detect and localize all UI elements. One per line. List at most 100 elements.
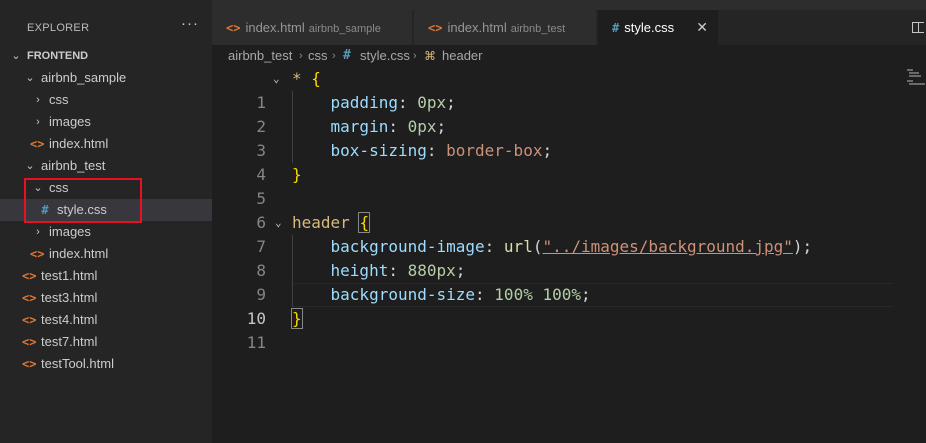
code-line-4: 4 box-sizing: border-box; (212, 139, 926, 184)
value: 100% 100% (494, 285, 581, 304)
value: 0px (417, 93, 447, 112)
property: height (330, 261, 389, 280)
explorer-title: EXPLORER (27, 22, 90, 34)
html-file-icon: <> (22, 269, 37, 283)
code-line-10: 10 background-size: 100% 100%; (212, 283, 926, 328)
property: background-size (330, 285, 476, 304)
code-line-5: 5 } (212, 163, 926, 208)
breadcrumb-subfolder[interactable]: css (308, 45, 328, 67)
tree-label: test1.html (41, 268, 98, 283)
code-line-7: 7 ⌄ header { (212, 211, 926, 256)
html-file-icon: <> (428, 21, 443, 35)
chevron-down-icon: ⌄ (11, 50, 21, 62)
tree-label: airbnb_test (41, 158, 106, 173)
tree-file-test7-html[interactable]: <> test7.html (0, 331, 212, 353)
tree-file-test1-html[interactable]: <> test1.html (0, 265, 212, 287)
fold-chevron-icon[interactable]: ⌄ (273, 67, 280, 91)
title-strip (212, 0, 926, 10)
string-link[interactable]: "../images/background.jpg" (542, 237, 792, 256)
tree-label: css (49, 92, 69, 107)
breadcrumb-symbol[interactable]: header (442, 45, 482, 67)
tree-label: test3.html (41, 290, 98, 305)
code-line-3: 3 margin: 0px; (212, 115, 926, 160)
chevron-right-icon: › (36, 226, 40, 238)
tree-file-index-html[interactable]: <> index.html (0, 133, 212, 155)
tree-root-frontend[interactable]: ⌄ FRONTEND (0, 45, 212, 67)
tab-bar: <> index.html airbnb_sample <> index.html ai… (212, 10, 926, 45)
tab-description: airbnb_sample (308, 23, 381, 35)
tree-file-test3-html[interactable]: <> test3.html (0, 287, 212, 309)
chevron-right-icon: › (36, 116, 40, 128)
css-file-icon: # (343, 48, 351, 63)
code-line-9: 9 height: 880px; (212, 259, 926, 304)
breadcrumb-folder[interactable]: airbnb_test (228, 45, 292, 67)
code-editor[interactable]: 1 ⌄ * { 2 padding: 0px; 3 margin: 0px; 4… (212, 67, 926, 443)
tree-label: images (49, 114, 91, 129)
value: border-box (446, 141, 543, 160)
symbol-icon: ⌘ (424, 49, 436, 63)
property: background-image (330, 237, 485, 256)
split-editor-button[interactable] (906, 10, 926, 45)
fold-chevron-icon[interactable]: ⌄ (275, 211, 282, 235)
chevron-right-icon: › (299, 50, 303, 62)
code-line-6: 6 (212, 187, 926, 232)
brace: } (291, 308, 303, 329)
code-line-1: 1 ⌄ * { (212, 67, 926, 112)
tree-label: airbnb_sample (41, 70, 127, 85)
tree-folder-images[interactable]: › images (0, 221, 212, 243)
tree-folder-airbnb-test[interactable]: ⌄ airbnb_test (0, 155, 212, 177)
tree-folder-airbnb-sample[interactable]: ⌄ airbnb_sample (0, 67, 212, 89)
tree-label: testTool.html (41, 356, 114, 371)
tree-folder-images[interactable]: › images (0, 111, 212, 133)
highlight-annotation-box (24, 178, 142, 223)
brace: { (311, 69, 321, 88)
selector: header (292, 213, 350, 232)
code-line-8: 8 background-image: url("../images/backg… (212, 235, 926, 280)
code-line-2: 2 padding: 0px; (212, 91, 926, 136)
tree-label: FRONTEND (27, 50, 89, 62)
tab-label: index.html (447, 20, 507, 35)
function: url (503, 237, 533, 256)
code-line-11: 11 } (212, 307, 926, 352)
close-icon[interactable]: ✕ (696, 10, 708, 45)
tab-label: index.html (245, 20, 305, 35)
tree-label: test4.html (41, 312, 98, 327)
chevron-down-icon: ⌄ (25, 72, 35, 84)
more-actions-icon[interactable]: ··· (181, 15, 199, 32)
property: padding (330, 93, 398, 112)
brace: { (358, 212, 371, 233)
tree-file-test4-html[interactable]: <> test4.html (0, 309, 212, 331)
value: 880px (407, 261, 456, 280)
explorer-header: EXPLORER ··· (0, 10, 212, 46)
chevron-right-icon: › (413, 50, 417, 62)
tab-style-css[interactable]: # style.css ✕ (598, 10, 718, 45)
minimap[interactable] (905, 69, 925, 89)
tab-index-html-airbnb-sample[interactable]: <> index.html airbnb_sample (212, 10, 412, 45)
breadcrumb-file[interactable]: style.css (360, 45, 410, 67)
value: 0px (407, 117, 437, 136)
tab-label: style.css (624, 20, 675, 35)
html-file-icon: <> (22, 313, 37, 327)
css-file-icon: # (612, 21, 620, 35)
html-file-icon: <> (22, 335, 37, 349)
line-number: 11 (246, 333, 266, 352)
breadcrumb: airbnb_test › css › # style.css › ⌘ head… (212, 45, 926, 67)
chevron-down-icon: ⌄ (25, 160, 35, 172)
tree-file-testtool-html[interactable]: <> testTool.html (0, 353, 212, 375)
explorer-sidebar: EXPLORER ··· ⌄ FRONTEND ⌄ airbnb_sample … (0, 0, 212, 443)
selector: * (292, 69, 302, 88)
html-file-icon: <> (22, 357, 37, 371)
html-file-icon: <> (30, 247, 45, 261)
property: margin (330, 117, 389, 136)
html-file-icon: <> (30, 137, 45, 151)
chevron-right-icon: › (332, 50, 336, 62)
tree-file-index-html[interactable]: <> index.html (0, 243, 212, 265)
brace: } (292, 165, 302, 184)
tree-folder-css[interactable]: › css (0, 89, 212, 111)
tab-index-html-airbnb-test[interactable]: <> index.html airbnb_test (414, 10, 596, 45)
html-file-icon: <> (22, 291, 37, 305)
tree-label: index.html (49, 246, 109, 261)
tree-label: index.html (49, 136, 109, 151)
chevron-right-icon: › (36, 94, 40, 106)
tab-description: airbnb_test (510, 23, 566, 35)
